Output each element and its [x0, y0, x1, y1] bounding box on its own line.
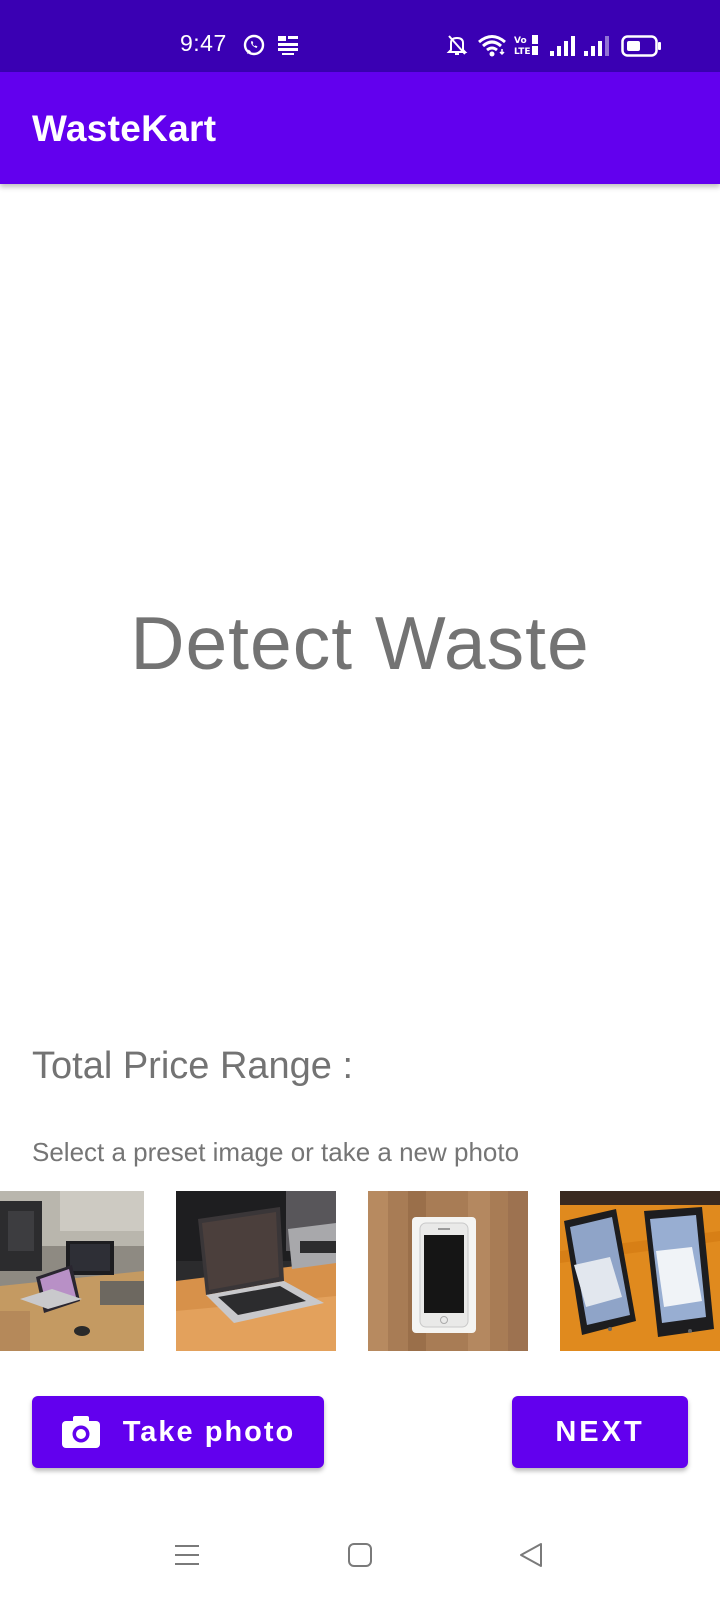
instruction-text: Select a preset image or take a new phot… — [32, 1137, 520, 1167]
whatsapp-icon — [242, 33, 266, 62]
svg-text:LTE: LTE — [514, 47, 531, 56]
price-range-label: Total Price Range : — [32, 1045, 354, 1087]
navigation-bar — [0, 1516, 720, 1600]
svg-text:Vo: Vo — [514, 36, 527, 46]
mute-icon — [446, 33, 468, 62]
app-title: WasteKart — [32, 108, 217, 149]
preset-image-4[interactable] — [560, 1191, 720, 1351]
smartphone-in-box-photo — [368, 1191, 528, 1351]
signal-icon — [549, 35, 577, 62]
news-app-icon — [276, 34, 300, 61]
preset-image-strip[interactable] — [0, 1191, 720, 1351]
desk-computers-photo — [0, 1191, 144, 1351]
result-text: Detect Waste — [130, 601, 590, 685]
preset-image-1[interactable] — [0, 1191, 144, 1351]
status-bar: 9:47 Vo LTE — [0, 0, 720, 72]
take-photo-button[interactable]: Take photo — [32, 1396, 324, 1468]
wifi-icon — [477, 33, 507, 62]
next-button[interactable]: NEXT — [512, 1396, 688, 1468]
preset-image-2[interactable] — [176, 1191, 336, 1351]
take-photo-label: Take photo — [122, 1415, 296, 1448]
volte-icon: Vo LTE — [513, 34, 539, 61]
signal-icon-2 — [583, 35, 611, 62]
menu-icon[interactable] — [174, 1542, 200, 1573]
back-icon[interactable] — [518, 1541, 544, 1574]
status-time: 9:47 — [180, 30, 227, 56]
home-icon[interactable] — [347, 1542, 373, 1573]
preset-image-3[interactable] — [368, 1191, 528, 1351]
battery-icon — [621, 35, 663, 62]
app-bar: WasteKart — [0, 72, 720, 184]
two-phones-photo — [560, 1191, 720, 1351]
next-label: NEXT — [555, 1415, 645, 1448]
laptop-on-table-photo — [176, 1191, 336, 1351]
camera-icon — [61, 1415, 101, 1449]
